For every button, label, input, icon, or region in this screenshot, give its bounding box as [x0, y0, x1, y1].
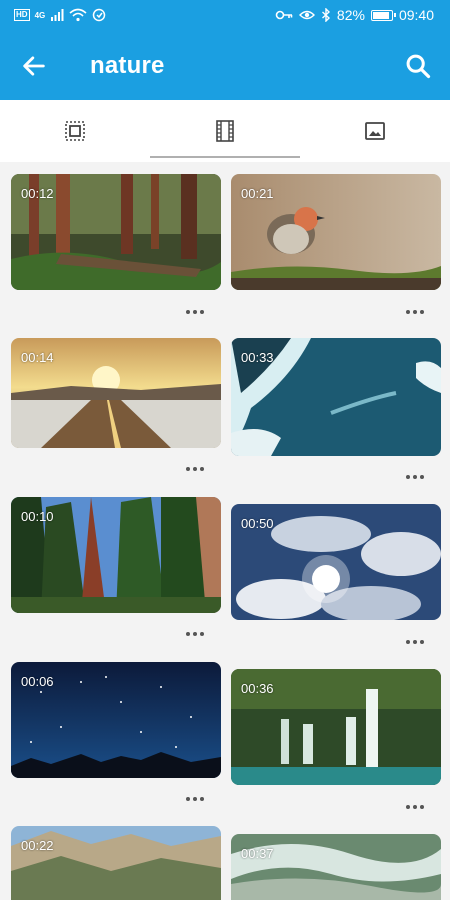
more-options-button[interactable] — [175, 624, 215, 644]
bluetooth-icon — [321, 8, 330, 22]
video-duration: 00:36 — [241, 681, 274, 696]
video-thumbnail[interactable]: 00:37 — [231, 834, 441, 900]
video-card[interactable]: 00:36 — [231, 669, 441, 785]
video-card[interactable]: 00:06 — [11, 662, 221, 778]
more-options-button[interactable] — [175, 789, 215, 809]
video-thumbnail[interactable]: 00:10 — [11, 497, 221, 613]
album-frame-icon — [65, 121, 85, 141]
status-bar: HD 4G 82% 09:40 — [0, 0, 450, 32]
tab-bar — [0, 100, 450, 162]
hd-badge: HD — [14, 9, 30, 21]
search-icon[interactable] — [404, 52, 432, 80]
signal-label: 4G — [34, 10, 46, 20]
eye-icon — [298, 10, 315, 20]
page-title: nature — [90, 52, 165, 79]
image-icon — [365, 122, 385, 140]
sync-icon — [92, 8, 106, 22]
video-card[interactable]: 00:33 — [231, 338, 441, 456]
wifi-icon — [69, 8, 87, 22]
video-card[interactable]: 00:12 — [11, 174, 221, 290]
tab-photos[interactable] — [300, 100, 450, 162]
video-thumbnail[interactable]: 00:12 — [11, 174, 221, 290]
more-options-button[interactable] — [395, 632, 435, 652]
film-icon — [216, 120, 234, 142]
clock: 09:40 — [398, 7, 434, 23]
video-duration: 00:12 — [21, 186, 54, 201]
video-thumbnail[interactable]: 00:50 — [231, 504, 441, 620]
video-duration: 00:14 — [21, 350, 54, 365]
video-card[interactable]: 00:10 — [11, 497, 221, 613]
video-thumbnail[interactable]: 00:06 — [11, 662, 221, 778]
video-card[interactable]: 00:37 — [231, 834, 441, 900]
more-options-button[interactable] — [395, 467, 435, 487]
battery-icon — [370, 9, 396, 21]
app-bar: nature — [0, 32, 450, 100]
video-duration: 00:06 — [21, 674, 54, 689]
video-thumbnail[interactable]: 00:21 — [231, 174, 441, 290]
video-thumbnail[interactable]: 00:33 — [231, 338, 441, 456]
video-duration: 00:22 — [21, 838, 54, 853]
tab-videos[interactable] — [150, 100, 300, 162]
video-duration: 00:37 — [241, 846, 274, 861]
battery-percent: 82% — [336, 7, 365, 23]
video-duration: 00:50 — [241, 516, 274, 531]
tab-albums[interactable] — [0, 100, 150, 162]
video-thumbnail[interactable]: 00:14 — [11, 338, 221, 448]
video-card[interactable]: 00:14 — [11, 338, 221, 448]
video-thumbnail[interactable]: 00:22 — [11, 826, 221, 900]
video-thumbnail[interactable]: 00:36 — [231, 669, 441, 785]
cellular-signal-icon — [51, 9, 64, 21]
video-duration: 00:10 — [21, 509, 54, 524]
video-card[interactable]: 00:50 — [231, 504, 441, 620]
more-options-button[interactable] — [175, 459, 215, 479]
video-duration: 00:21 — [241, 186, 274, 201]
more-options-button[interactable] — [395, 797, 435, 817]
back-arrow-icon[interactable] — [20, 52, 48, 80]
video-grid: 00:12 00:21 00:14 00:33 00:10 00:50 00:0… — [0, 162, 450, 900]
video-card[interactable]: 00:21 — [231, 174, 441, 290]
more-options-button[interactable] — [175, 302, 215, 322]
key-icon — [275, 10, 293, 20]
more-options-button[interactable] — [395, 302, 435, 322]
video-duration: 00:33 — [241, 350, 274, 365]
tab-indicator — [150, 156, 300, 158]
video-card[interactable]: 00:22 — [11, 826, 221, 900]
